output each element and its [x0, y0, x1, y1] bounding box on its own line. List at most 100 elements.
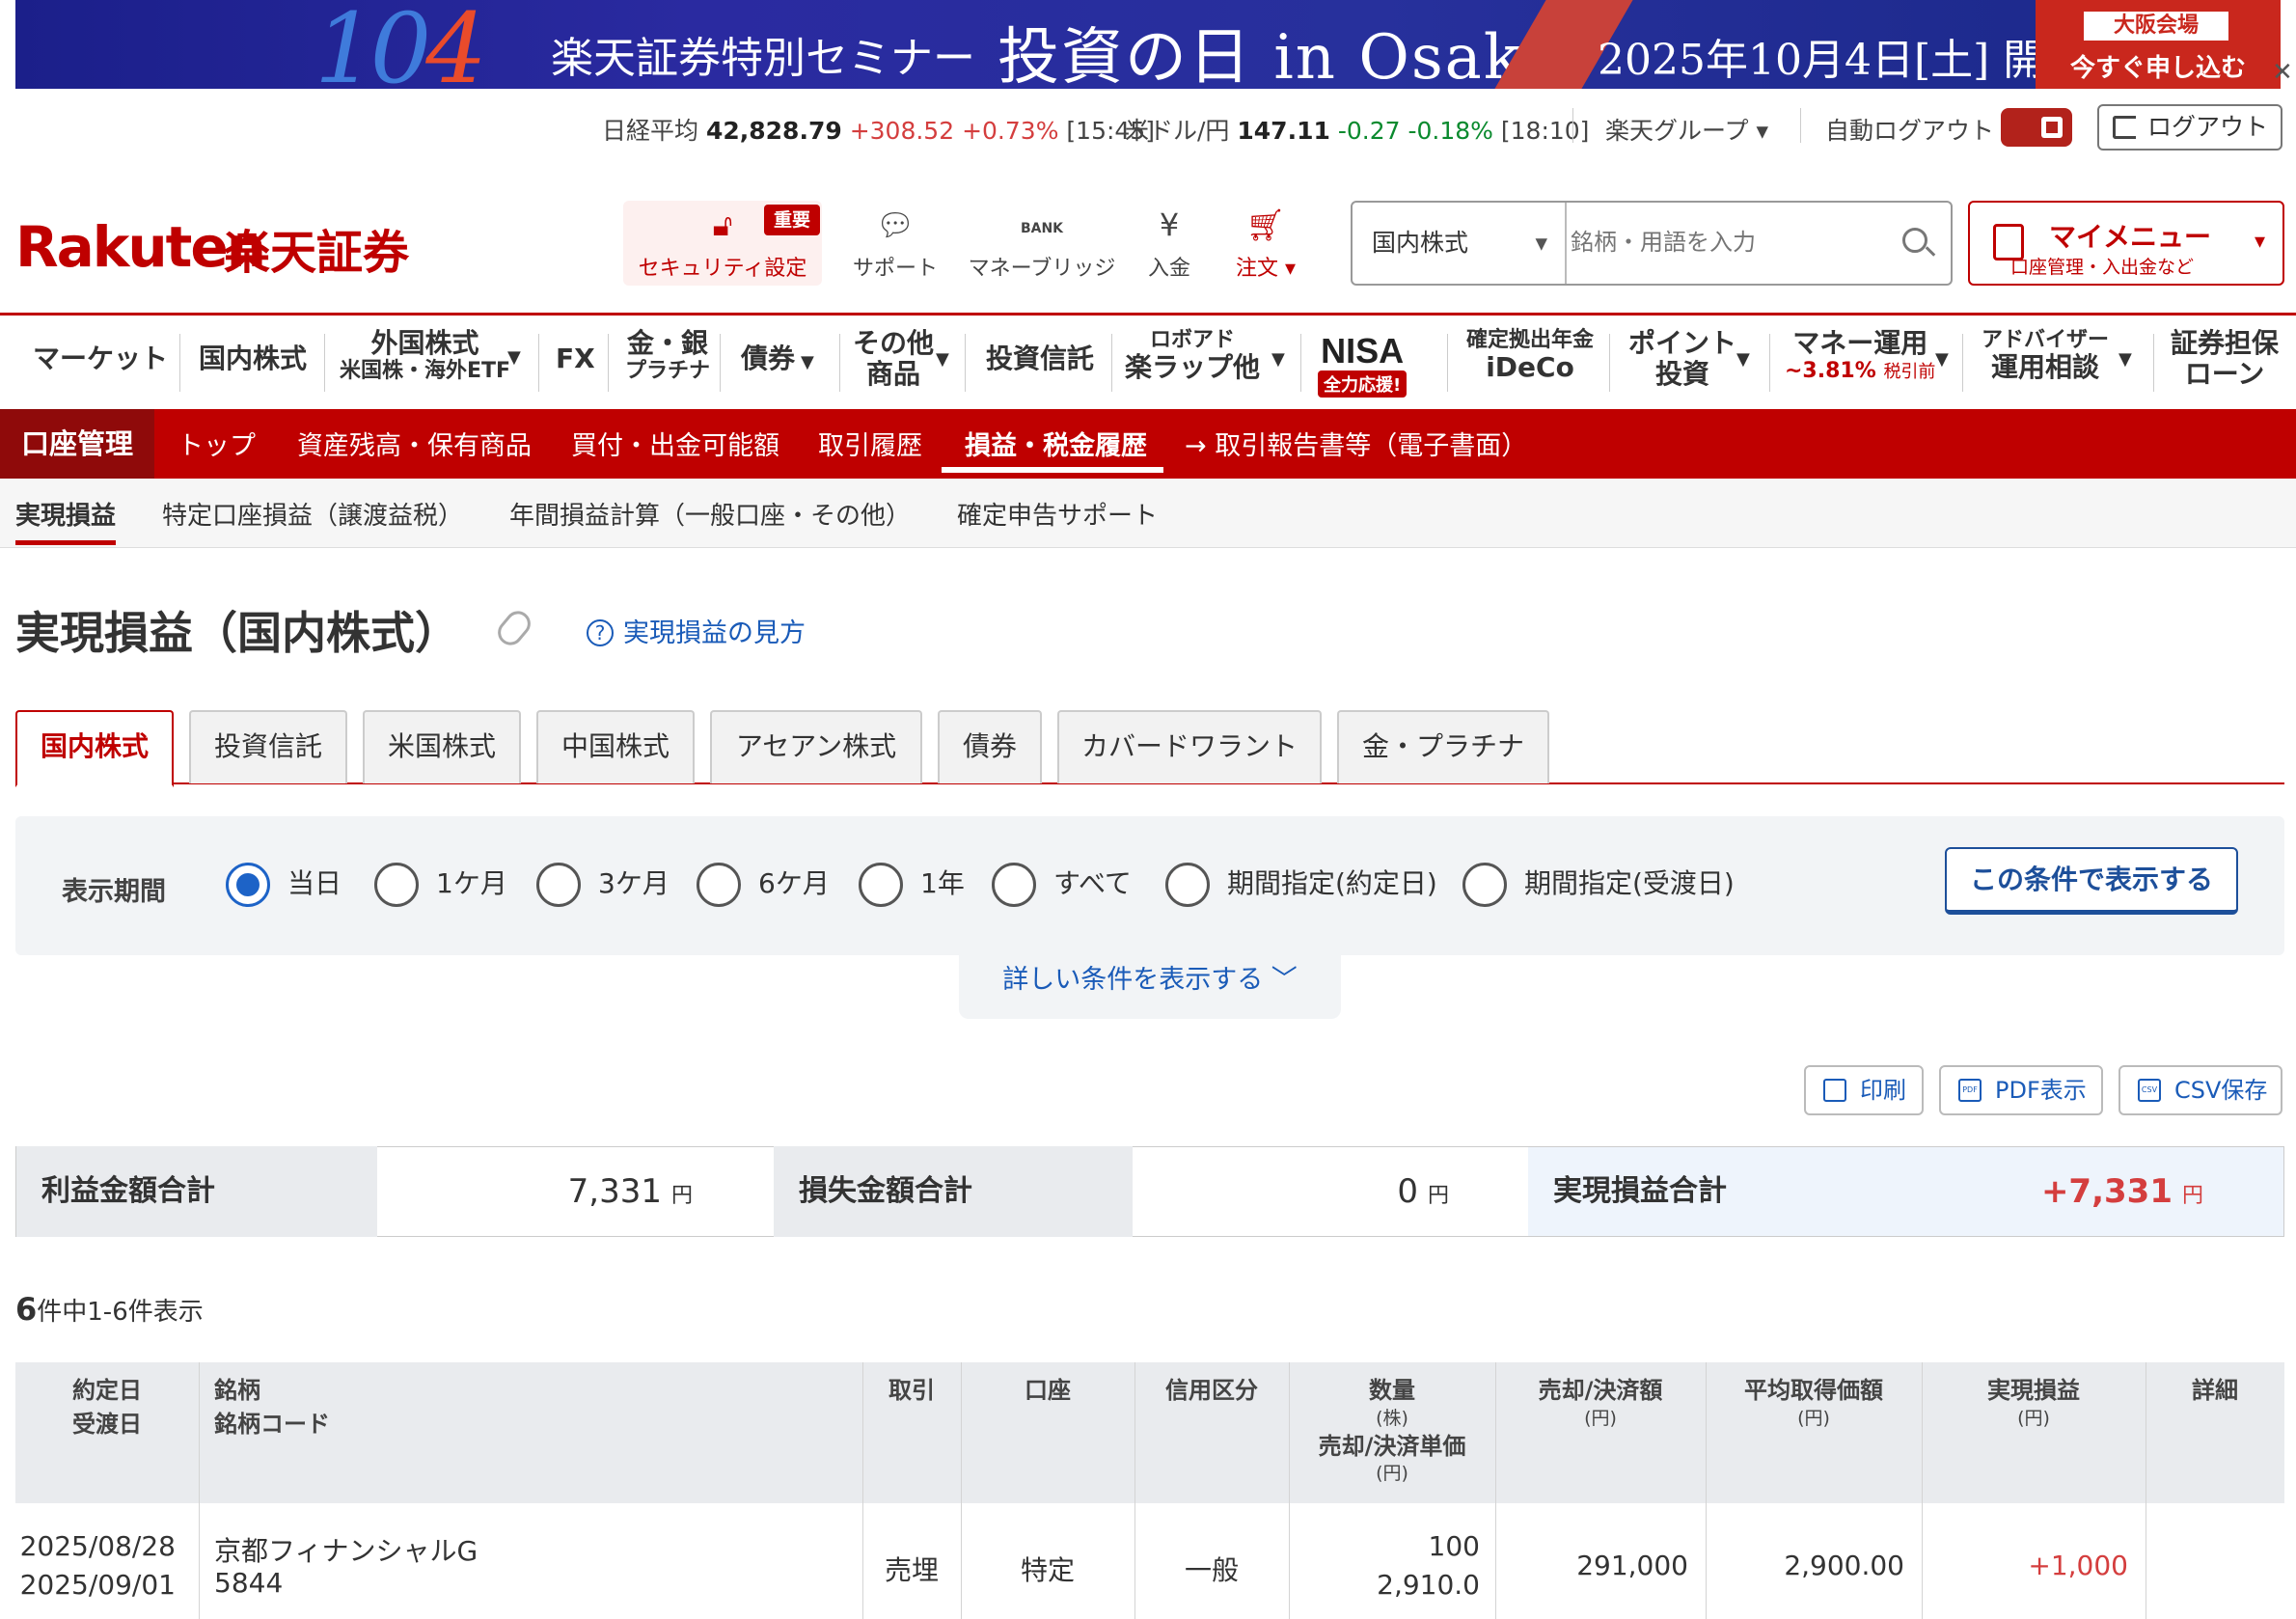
nav-domestic-stocks[interactable]: 国内株式 [199, 343, 307, 411]
banner-date-graphic: 104 [314, 0, 487, 89]
radio-1-year[interactable]: 1年 [859, 863, 965, 907]
nav-bonds[interactable]: 債券 ▼ [741, 343, 814, 411]
radio-6-months[interactable]: 6ケ月 [697, 863, 830, 907]
csv-icon: CSV [2138, 1079, 2161, 1102]
deposit-button[interactable]: ¥ 入金 [1144, 206, 1194, 282]
nav-market[interactable]: マーケット [33, 343, 168, 411]
nav-fx[interactable]: FX [556, 343, 595, 411]
row-account: 特定 [1020, 1554, 1075, 1586]
banner-close-icon[interactable]: ✕ [2272, 58, 2293, 87]
nav-securities-loan[interactable]: 証券担保 ローン [2171, 327, 2279, 396]
tab-covered-warrants[interactable]: カバードワラント [1057, 710, 1322, 783]
logout-button[interactable]: ログアウト [2097, 104, 2282, 151]
search-input[interactable] [1571, 214, 1879, 270]
row-security-name[interactable]: 京都フィナンシャルG [214, 1530, 478, 1569]
unit-label: 円 [2181, 1184, 2203, 1208]
nikkei-value: 42,828.79 [705, 117, 842, 145]
tab-gold-platinum[interactable]: 金・プラチナ [1337, 710, 1549, 783]
account-nav-buying-power[interactable]: 買付・出金可能額 [571, 425, 779, 462]
radio-1-month[interactable]: 1ケ月 [374, 863, 507, 907]
account-management-tab[interactable]: 口座管理 [0, 409, 154, 479]
radio-label: 3ケ月 [598, 867, 670, 899]
nav-gold[interactable]: 金・銀 プラチナ [625, 327, 710, 396]
security-label: セキュリティ設定 [638, 257, 807, 281]
apply-filter-button[interactable]: この条件で表示する [1945, 847, 2238, 915]
tab-investment-trusts[interactable]: 投資信託 [189, 710, 347, 783]
chevron-down-icon: ▼ [801, 352, 814, 372]
pdf-button[interactable]: PDF PDF表示 [1939, 1065, 2103, 1115]
nav-nisa[interactable]: NISA 全力応援! [1318, 334, 1408, 398]
radio-circle [1165, 863, 1210, 907]
tab-specific-account-pl[interactable]: 特定口座損益（譲渡益税） [162, 496, 463, 532]
nav-foreign-stocks[interactable]: 外国株式 米国株・海外ETF [340, 327, 510, 396]
nav-gold-label: 金・銀 [627, 327, 709, 359]
rakuten-group-menu[interactable]: 楽天グループ ▾ [1605, 112, 1768, 147]
order-button[interactable]: 🛒︎ 注文 ▾ [1227, 206, 1304, 282]
nav-advisor-label: アドバイザー [1982, 328, 2110, 352]
tab-domestic-stocks[interactable]: 国内株式 [15, 710, 174, 787]
nav-advisor[interactable]: アドバイザー 運用相談 [1982, 328, 2109, 396]
search-icon[interactable] [1902, 228, 1927, 253]
radio-circle [374, 863, 419, 907]
row-trade-date: 2025/08/28 [19, 1530, 176, 1562]
account-nav-top[interactable]: トップ [178, 425, 256, 462]
header-account: 口座 [1025, 1377, 1071, 1404]
bookmark-clip-icon[interactable] [492, 606, 536, 650]
chevron-down-icon: ▾ [2254, 230, 2265, 254]
print-button[interactable]: 印刷 [1804, 1065, 1924, 1115]
row-trade: 売埋 [884, 1554, 939, 1586]
money-bridge-button[interactable]: BANK マネーブリッジ [965, 206, 1119, 282]
auto-logout-label: 自動ログアウト [1825, 117, 1995, 145]
radio-all[interactable]: すべて [992, 863, 1132, 907]
seminar-banner[interactable]: 104 楽天証券特別セミナー 投資の日 in Osaka 2025年10月4日[… [15, 0, 2281, 89]
auto-logout-toggle[interactable] [2001, 108, 2072, 147]
print-label: 印刷 [1860, 1077, 1906, 1104]
account-nav-assets[interactable]: 資産残高・保有商品 [297, 425, 532, 462]
nav-robo-advisor[interactable]: ロボアド 楽ラップ他 [1125, 328, 1260, 396]
my-menu-title: マイメニュー [2049, 221, 2212, 253]
rakuten-securities-logo[interactable]: 楽天証券 [224, 214, 409, 282]
nav-point-investing[interactable]: ポイント 投資 [1628, 327, 1736, 396]
nav-investment-trusts[interactable]: 投資信託 [986, 343, 1094, 411]
loss-total-value: 0円 [1133, 1146, 1449, 1237]
header-realized-pl-label: 実現損益 [1987, 1377, 2080, 1404]
my-menu-sub: 口座管理・入出金など [2010, 257, 2195, 278]
radio-3-months[interactable]: 3ケ月 [536, 863, 670, 907]
row-price: 2,910.0 [1377, 1569, 1480, 1601]
usd-time: [18:10] [1500, 117, 1590, 145]
support-button[interactable]: 💬︎ サポート [849, 206, 942, 282]
profit-total-label: 利益金額合計 [16, 1146, 377, 1237]
tab-asean-stocks[interactable]: アセアン株式 [710, 710, 922, 783]
nav-ideco[interactable]: 確定拠出年金 iDeCo [1466, 328, 1594, 396]
tab-tax-return-support[interactable]: 確定申告サポート [957, 496, 1158, 532]
radio-today[interactable]: 当日 [226, 863, 342, 907]
tab-us-stocks[interactable]: 米国株式 [363, 710, 521, 783]
account-nav-history[interactable]: 取引履歴 [818, 425, 922, 462]
account-nav-reports[interactable]: → 取引報告書等（電子書面） [1185, 425, 1527, 462]
help-link[interactable]: ? 実現損益の見方 [587, 612, 806, 649]
nav-money-management[interactable]: マネー運用 ~3.81% 税引前 [1785, 327, 1935, 396]
banner-prefix: 楽天証券特別セミナー [551, 34, 975, 83]
nikkei-label: 日経平均 [602, 117, 699, 145]
tab-bonds[interactable]: 債券 [938, 710, 1042, 783]
radio-trade-date-range[interactable]: 期間指定(約定日) [1165, 863, 1437, 907]
chevron-down-icon: ▼ [1736, 349, 1750, 370]
show-details-toggle[interactable]: 詳しい条件を表示する ﹀ [959, 953, 1341, 1019]
tab-annual-pl[interactable]: 年間損益計算（一般口座・その他） [509, 496, 911, 532]
tab-china-stocks[interactable]: 中国株式 [536, 710, 695, 783]
net-pl-value: +7,331 円 [1895, 1146, 2203, 1237]
divider [1111, 334, 1112, 392]
loss-total-label: 損失金額合計 [774, 1146, 1133, 1237]
nav-money-label: マネー運用 [1792, 327, 1928, 359]
csv-button[interactable]: CSV CSV保存 [2118, 1065, 2282, 1115]
tab-realized-pl[interactable]: 実現損益 [15, 496, 116, 532]
search-category-select[interactable]: 国内株式 [1353, 203, 1567, 284]
radio-label: 期間指定(約定日) [1227, 867, 1437, 899]
nav-other-products[interactable]: その他 商品 [853, 327, 934, 396]
radio-settle-date-range[interactable]: 期間指定(受渡日) [1462, 863, 1735, 907]
banner-cta[interactable]: 大阪会場 今すぐ申し込む [2036, 0, 2281, 89]
my-menu-button[interactable]: マイメニュー 口座管理・入出金など ▾ [1968, 201, 2284, 286]
account-nav-pl-tax[interactable]: 損益・税金履歴 [965, 425, 1147, 462]
logout-icon [2113, 116, 2136, 139]
divider [608, 334, 609, 392]
